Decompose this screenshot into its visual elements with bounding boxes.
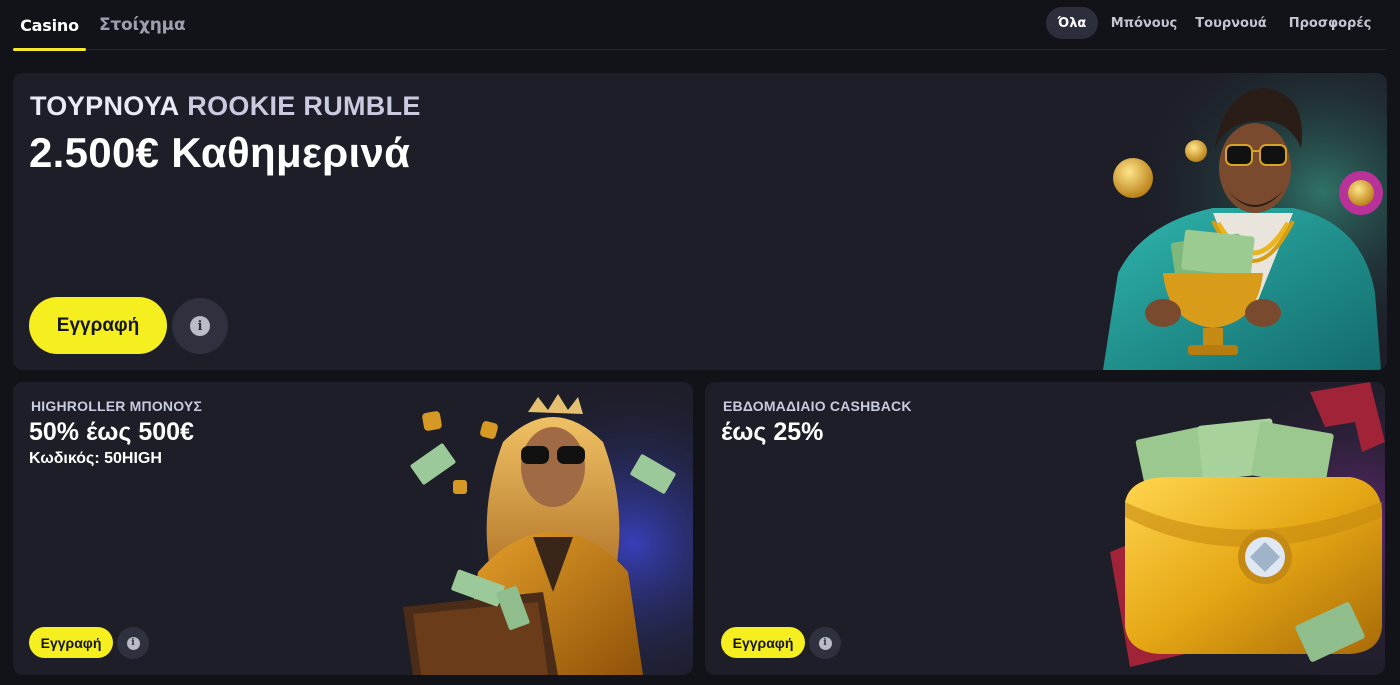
highroller-info-button[interactable]: i xyxy=(117,627,149,659)
tab-casino[interactable]: Casino xyxy=(13,0,86,51)
highroller-register-button[interactable]: Εγγραφή xyxy=(29,627,113,658)
promo-headline: έως 25% xyxy=(721,418,824,446)
promo-headline: 50% έως 500€ xyxy=(29,418,194,446)
filter-tournaments[interactable]: Τουρνουά xyxy=(1191,7,1271,39)
promo-label: ΕΒΔΟΜΑΔΙΑΙΟ CASHBACK xyxy=(723,398,912,414)
tab-sports-betting[interactable]: Στοίχημα xyxy=(99,0,186,50)
filter-all[interactable]: Όλα xyxy=(1046,7,1098,39)
cashback-register-button[interactable]: Εγγραφή xyxy=(721,627,805,658)
promo-code-value: 50HIGH xyxy=(104,450,162,467)
highroller-woman-illustration xyxy=(393,382,693,675)
weekly-cashback-card[interactable]: ΕΒΔΟΜΑΔΙΑΙΟ CASHBACK έως 25% Εγγραφή i xyxy=(705,382,1385,675)
promo-label: HIGHROLLER ΜΠΟΝΟΥΣ xyxy=(31,398,203,414)
info-icon: i xyxy=(190,316,210,336)
hero-title-prefix: ΤΟΥΡΝΟΥΑ xyxy=(30,91,180,121)
gold-coin-icon xyxy=(1113,158,1153,198)
hero-info-button[interactable]: i xyxy=(172,298,228,354)
cashback-wallet-illustration xyxy=(1100,382,1385,675)
tournament-character-illustration xyxy=(1063,73,1387,370)
hero-title-name: ROOKIE RUMBLE xyxy=(187,91,421,121)
tournament-hero-card[interactable]: ΤΟΥΡΝΟΥΑ ROOKIE RUMBLE 2.500€ Καθημερινά… xyxy=(13,73,1387,370)
info-icon: i xyxy=(818,636,832,650)
promo-code: Κωδικός: 50HIGH xyxy=(29,450,162,468)
info-icon: i xyxy=(126,636,140,650)
hero-title: ΤΟΥΡΝΟΥΑ ROOKIE RUMBLE xyxy=(30,91,421,122)
dice-icon xyxy=(422,411,442,431)
highroller-bonus-card[interactable]: HIGHROLLER ΜΠΟΝΟΥΣ 50% έως 500€ Κωδικός:… xyxy=(13,382,693,675)
filter-bonus[interactable]: Μπόνους xyxy=(1104,7,1184,39)
promo-code-label: Κωδικός: xyxy=(29,450,100,467)
cashback-info-button[interactable]: i xyxy=(809,627,841,659)
hero-prize: 2.500€ Καθημερινά xyxy=(29,129,411,176)
top-navigation: Casino Στοίχημα Όλα Μπόνους Τουρνουά Προ… xyxy=(13,0,1387,51)
hero-register-button[interactable]: Εγγραφή xyxy=(29,297,167,354)
filter-offers[interactable]: Προσφορές xyxy=(1285,7,1375,39)
